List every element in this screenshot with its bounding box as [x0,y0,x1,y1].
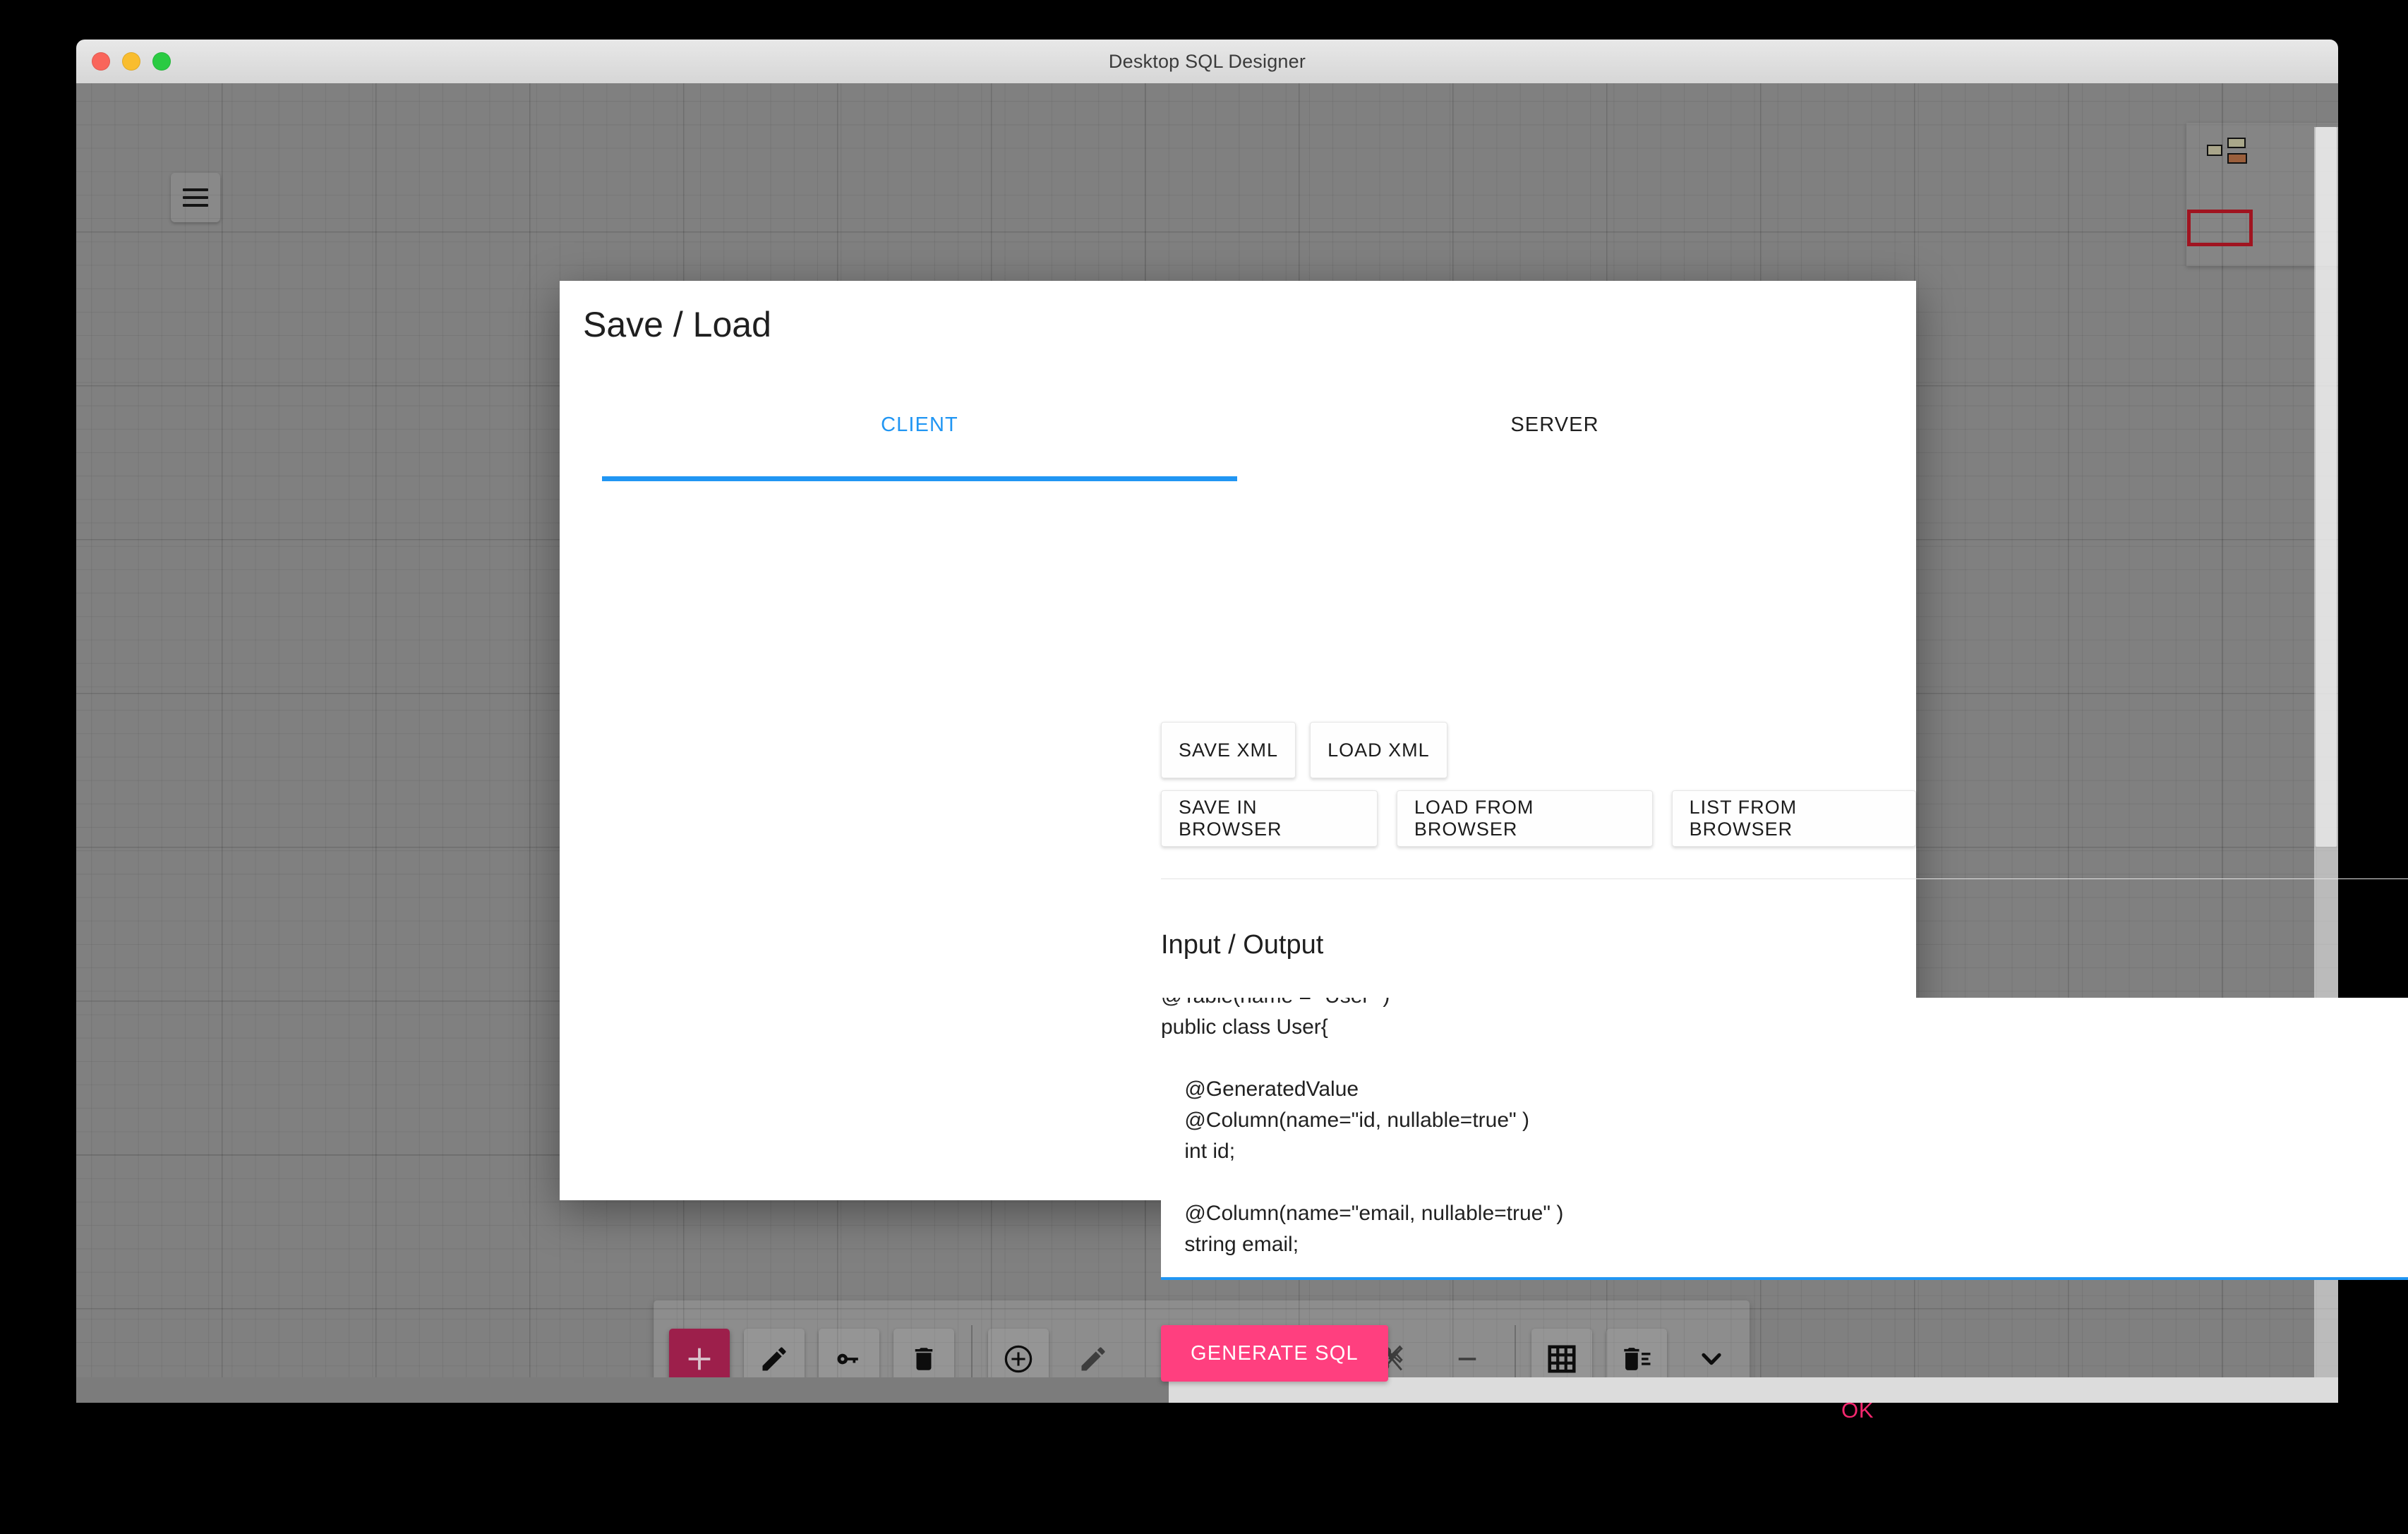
save-in-browser-button[interactable]: SAVE IN BROWSER [1161,790,1378,847]
maximize-button[interactable] [152,52,171,71]
save-xml-button[interactable]: SAVE XML [1161,722,1296,778]
grid-icon [1546,1343,1578,1375]
minimap-table-node [2207,145,2222,156]
window-titlebar: Desktop SQL Designer [76,40,2338,84]
ok-button[interactable]: OK [1841,1398,1874,1423]
xml-buttons-row: SAVE XML LOAD XML [1161,722,1447,778]
dialog-title: Save / Load [583,304,771,345]
tab-server[interactable]: SERVER [1237,409,1872,437]
list-from-browser-button[interactable]: LIST FROM BROWSER [1672,790,1916,847]
screen: Desktop SQL Designer [0,0,2408,1534]
scrollbar-thumb[interactable] [2316,127,2337,847]
close-button[interactable] [92,52,110,71]
hamburger-icon-bar [183,188,208,191]
hamburger-icon-bar [183,196,208,199]
minimap-table-node [2227,138,2246,148]
section-divider [1161,878,2408,879]
active-tab-indicator [602,476,1237,481]
hamburger-icon-bar [183,204,208,207]
chevron-down-icon [1695,1343,1728,1375]
scrollbar-thumb[interactable] [76,1377,1169,1403]
dialog-tabs[interactable]: CLIENT SERVER [602,409,1872,471]
save-load-dialog: Save / Load CLIENT SERVER SAVE XML LOAD … [560,281,1916,1200]
io-section-title: Input / Output [1161,930,1323,960]
minimize-button[interactable] [122,52,140,71]
trash-icon [909,1344,939,1374]
code-textarea-wrapper[interactable]: @Table(name = "User" ) public class User… [1161,998,2408,1280]
tab-client[interactable]: CLIENT [602,409,1237,437]
minus-icon [1452,1344,1482,1374]
key-icon [833,1343,865,1375]
minimap-viewport-indicator[interactable] [2187,210,2253,246]
minimap-table-node [2227,153,2247,164]
trash-list-icon [1620,1343,1653,1375]
plus-circle-icon [1002,1343,1035,1375]
pencil-icon [759,1343,790,1375]
code-textarea[interactable]: @Table(name = "User" ) public class User… [1161,998,2403,1280]
menu-button[interactable] [171,173,220,222]
pencil-outline-icon [1078,1343,1109,1375]
window-controls[interactable] [92,40,171,83]
load-from-browser-button[interactable]: LOAD FROM BROWSER [1397,790,1653,847]
generate-sql-button[interactable]: GENERATE SQL [1161,1325,1388,1382]
plus-icon [683,1343,716,1375]
load-xml-button[interactable]: LOAD XML [1310,722,1447,778]
browser-buttons-row: SAVE IN BROWSER LOAD FROM BROWSER LIST F… [1161,790,1916,847]
window-title: Desktop SQL Designer [1109,51,1306,73]
